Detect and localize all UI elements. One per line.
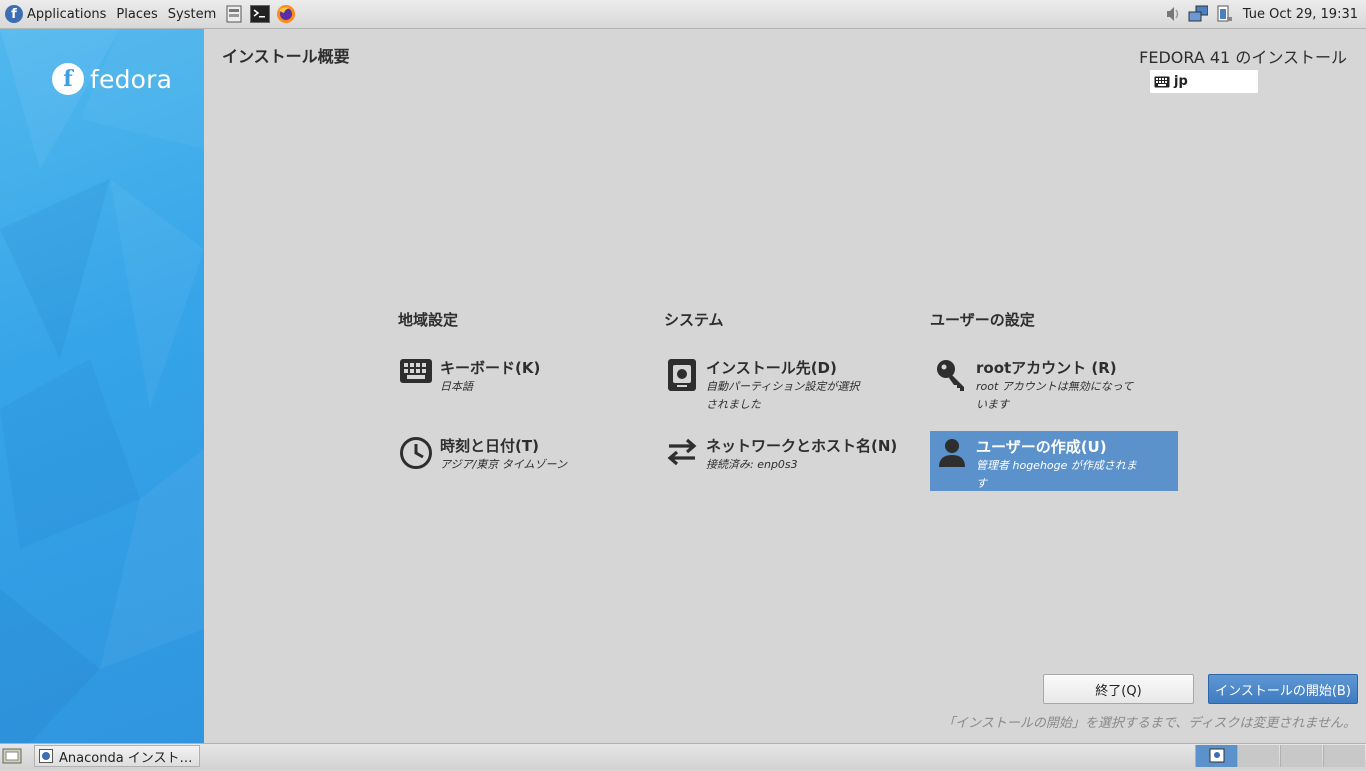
keyboard-small-icon bbox=[1154, 76, 1170, 87]
keyboard-layout-label: jp bbox=[1174, 74, 1188, 89]
keyboard-layout-indicator[interactable]: jp bbox=[1150, 70, 1258, 93]
bottom-taskbar: Anaconda インスト… bbox=[0, 743, 1366, 769]
product-title: FEDORA 41 のインストール bbox=[1139, 48, 1347, 67]
show-desktop-icon[interactable] bbox=[2, 747, 22, 765]
network-hostname-spoke[interactable]: ネットワークとホスト名(N) 接続済み: enp0s3 bbox=[660, 430, 924, 488]
installation-destination-spoke-title: インストール先(D) bbox=[706, 359, 837, 377]
battery-icon[interactable] bbox=[1214, 4, 1234, 24]
firefox-launcher-icon[interactable] bbox=[276, 4, 296, 24]
time-date-spoke-title: 時刻と日付(T) bbox=[440, 437, 539, 455]
top-panel: f Applications Places System Tue Oct 29,… bbox=[0, 0, 1366, 29]
page-title: インストール概要 bbox=[222, 47, 350, 66]
fedora-menu-icon: f bbox=[5, 5, 23, 23]
keyboard-spoke[interactable]: キーボード(K) 日本語 bbox=[394, 352, 642, 410]
workspace-4[interactable] bbox=[1323, 745, 1365, 767]
sidebar-background-pattern bbox=[0, 29, 204, 743]
workspace-1[interactable] bbox=[1195, 745, 1237, 767]
workspace-window-thumbnail-icon bbox=[1209, 748, 1225, 763]
root-account-spoke-status-line1: root アカウントは無効になって bbox=[976, 380, 1134, 393]
network-hostname-spoke-status: 接続済み: enp0s3 bbox=[706, 458, 798, 471]
fedora-logo-icon: f bbox=[52, 63, 84, 95]
taskbar-window-label: Anaconda インスト… bbox=[59, 750, 193, 766]
fedora-logo: f fedora bbox=[52, 63, 172, 95]
system-tray: Tue Oct 29, 19:31 bbox=[1159, 0, 1366, 28]
applications-menu[interactable]: f Applications bbox=[0, 0, 111, 28]
fedora-logo-text: fedora bbox=[90, 64, 173, 94]
system-menu[interactable]: System bbox=[163, 0, 221, 28]
volume-icon[interactable] bbox=[1162, 4, 1182, 24]
user-creation-spoke[interactable]: ユーザーの作成(U) 管理者 hogehoge が作成されま す bbox=[930, 431, 1178, 491]
system-heading: システム bbox=[664, 311, 724, 329]
user-creation-spoke-status-line1: 管理者 hogehoge が作成されま bbox=[976, 459, 1137, 472]
time-date-spoke-status: アジア/東京 タイムゾーン bbox=[440, 458, 567, 471]
places-menu[interactable]: Places bbox=[111, 0, 162, 28]
applications-menu-label: Applications bbox=[27, 6, 107, 22]
installation-destination-spoke[interactable]: インストール先(D) 自動パーティション設定が選択 されました bbox=[660, 352, 908, 414]
sidebar: f fedora bbox=[0, 29, 204, 743]
localization-heading: 地域設定 bbox=[398, 311, 459, 329]
root-account-spoke-status-line2: います bbox=[976, 398, 1009, 411]
key-icon bbox=[934, 358, 970, 394]
quit-button[interactable]: 終了(Q) bbox=[1043, 674, 1194, 704]
terminal-launcher-icon[interactable] bbox=[250, 4, 271, 24]
keyboard-icon bbox=[398, 358, 434, 394]
network-status-icon[interactable] bbox=[1188, 4, 1208, 24]
anaconda-window-icon bbox=[39, 749, 53, 763]
taskbar-window-button[interactable]: Anaconda インスト… bbox=[34, 745, 200, 767]
network-hostname-spoke-title: ネットワークとホスト名(N) bbox=[706, 437, 898, 455]
workspace-2[interactable] bbox=[1237, 745, 1279, 767]
user-creation-spoke-title: ユーザーの作成(U) bbox=[976, 438, 1107, 456]
disk-icon bbox=[664, 358, 700, 394]
user-icon bbox=[934, 437, 970, 473]
time-date-spoke[interactable]: 時刻と日付(T) アジア/東京 タイムゾーン bbox=[394, 430, 642, 488]
root-account-spoke[interactable]: rootアカウント (R) root アカウントは無効になって います bbox=[930, 352, 1178, 414]
keyboard-spoke-status: 日本語 bbox=[440, 380, 473, 393]
system-menu-label: System bbox=[167, 6, 217, 22]
begin-installation-button[interactable]: インストールの開始(B) bbox=[1208, 674, 1358, 704]
disk-warning-text: 「インストールの開始」を選択するまで、ディスクは変更されません。 bbox=[942, 716, 1356, 731]
installation-destination-spoke-status-line2: されました bbox=[706, 398, 761, 411]
places-menu-label: Places bbox=[116, 6, 158, 22]
user-settings-heading: ユーザーの設定 bbox=[930, 311, 1035, 329]
clock-icon bbox=[398, 436, 434, 472]
root-account-spoke-title: rootアカウント (R) bbox=[976, 359, 1117, 377]
file-manager-launcher-icon[interactable] bbox=[224, 4, 244, 24]
clock[interactable]: Tue Oct 29, 19:31 bbox=[1237, 7, 1366, 22]
installation-destination-spoke-status-line1: 自動パーティション設定が選択 bbox=[706, 380, 860, 393]
keyboard-spoke-title: キーボード(K) bbox=[440, 359, 541, 377]
workspace-3[interactable] bbox=[1280, 745, 1322, 767]
network-icon bbox=[664, 436, 700, 472]
user-creation-spoke-status-line2: す bbox=[976, 477, 987, 490]
